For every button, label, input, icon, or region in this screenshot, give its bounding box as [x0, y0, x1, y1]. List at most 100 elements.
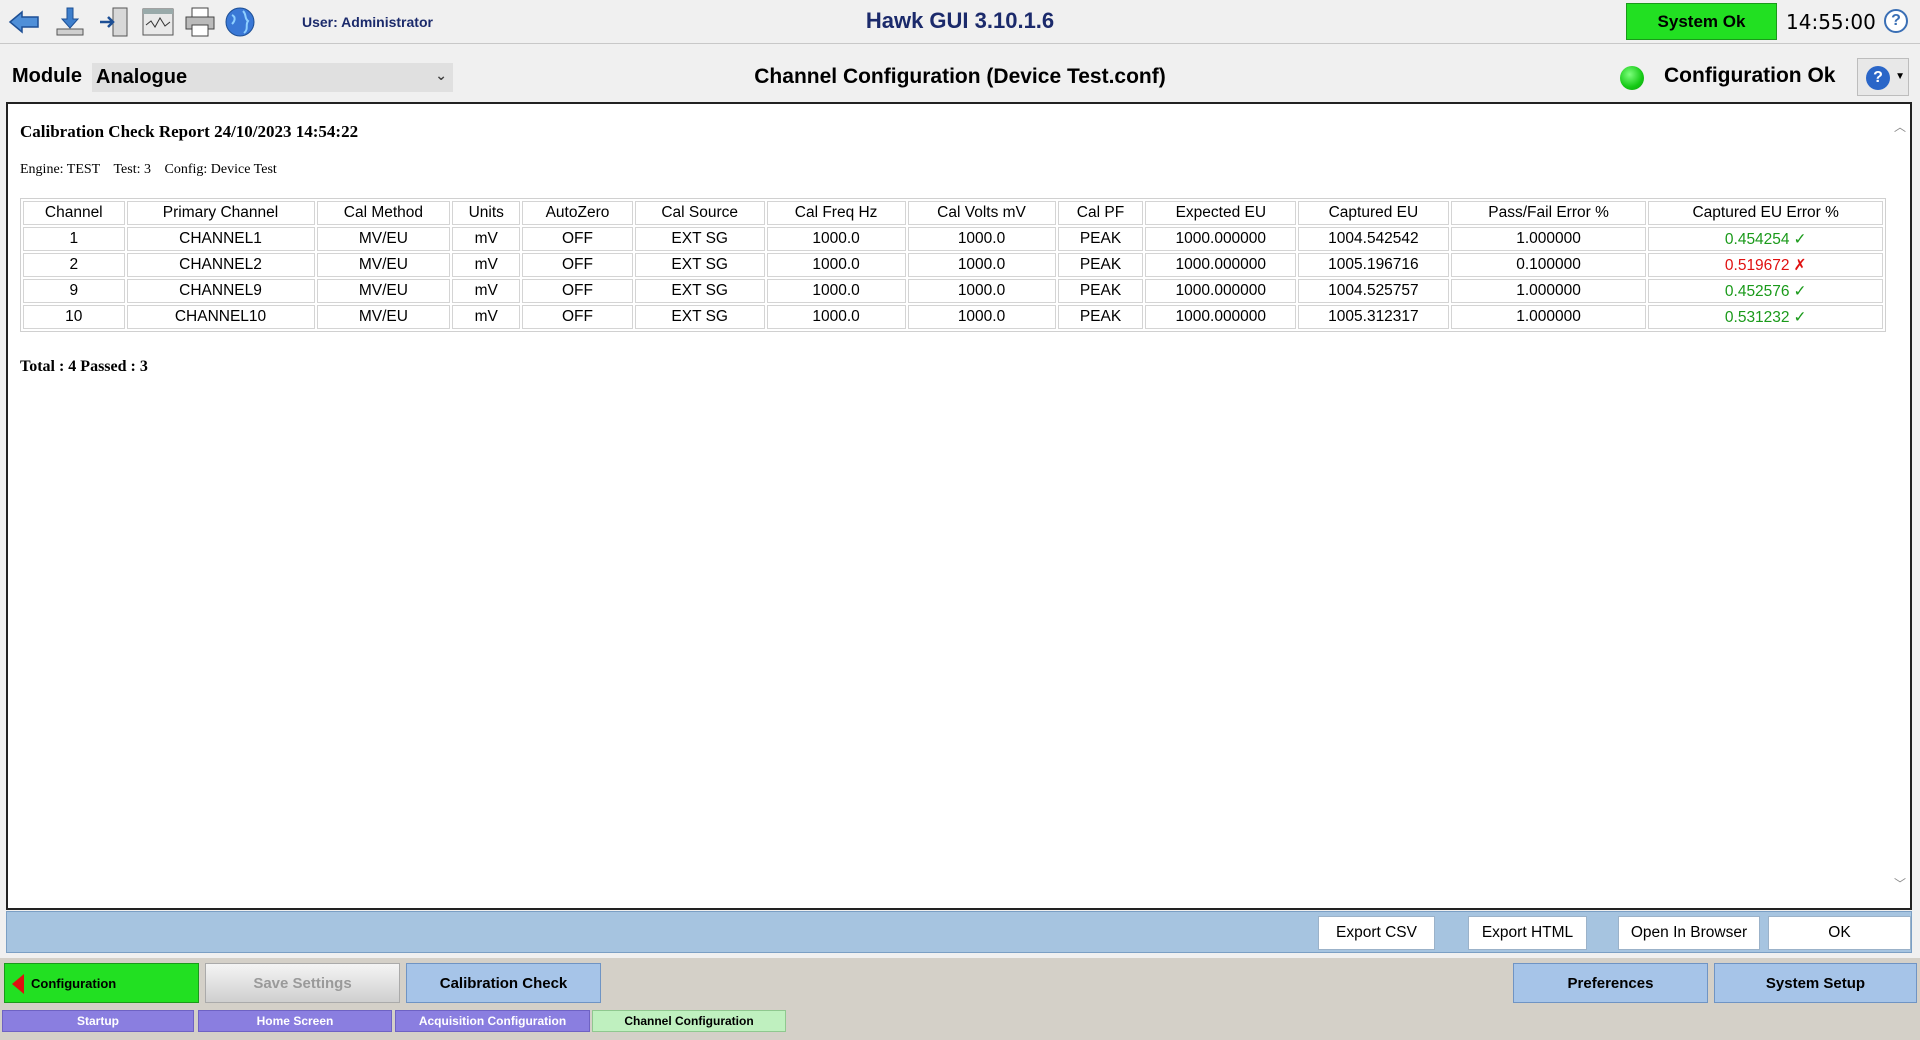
table-cell: CHANNEL9 [126, 279, 315, 303]
table-cell: PEAK [1057, 305, 1144, 329]
module-select[interactable]: Analogue ⌄ [92, 63, 453, 92]
globe-icon[interactable] [222, 4, 258, 40]
ok-button[interactable]: OK [1768, 916, 1911, 950]
table-cell: CHANNEL1 [126, 227, 315, 251]
column-header: Primary Channel [126, 201, 315, 225]
error-cell: 0.454254 ✓ [1648, 227, 1883, 251]
pass-check-icon: ✓ [1793, 230, 1807, 248]
user-label: User: Administrator [302, 14, 433, 30]
download-icon[interactable] [52, 4, 88, 40]
fail-cross-icon: ✗ [1793, 256, 1807, 274]
table-cell: EXT SG [634, 305, 765, 329]
table-cell: EXT SG [634, 227, 765, 251]
table-cell: 2 [23, 253, 125, 277]
table-cell: 1000.0 [766, 279, 906, 303]
table-cell: 9 [23, 279, 125, 303]
column-header: Captured EU Error % [1648, 201, 1883, 225]
scroll-up-icon[interactable]: ︿ [1894, 118, 1906, 135]
exit-door-icon[interactable] [96, 4, 132, 40]
table-cell: MV/EU [316, 279, 451, 303]
column-header: AutoZero [522, 201, 633, 225]
calibration-check-button[interactable]: Calibration Check [406, 963, 601, 1003]
preferences-button[interactable]: Preferences [1513, 963, 1708, 1003]
error-value: 0.531232 [1724, 308, 1790, 326]
report-total: Total : 4 Passed : 3 [20, 358, 148, 375]
table-cell: 1000.0 [907, 227, 1056, 251]
back-arrow-icon [12, 974, 24, 994]
table-cell: MV/EU [316, 305, 451, 329]
signal-monitor-icon[interactable] [140, 4, 176, 40]
column-header: Channel [23, 201, 125, 225]
table-cell: 1000.0 [907, 305, 1056, 329]
table-cell: mV [452, 305, 521, 329]
open-in-browser-button[interactable]: Open In Browser [1618, 916, 1760, 950]
report-panel: Calibration Check Report 24/10/2023 14:5… [6, 102, 1912, 910]
back-arrow-icon[interactable] [6, 4, 42, 40]
dropdown-arrow-icon: ▼ [1895, 71, 1905, 82]
table-cell: 1.000000 [1450, 305, 1647, 329]
report-test: Test: 3 [113, 162, 151, 177]
table-cell: MV/EU [316, 227, 451, 251]
pass-check-icon: ✓ [1793, 282, 1807, 300]
column-header: Cal Freq Hz [766, 201, 906, 225]
report-title: Calibration Check Report 24/10/2023 14:5… [20, 122, 359, 141]
table-cell: mV [452, 279, 521, 303]
configuration-button[interactable]: Configuration [4, 963, 199, 1003]
tab-acquisition-configuration[interactable]: Acquisition Configuration [395, 1010, 590, 1032]
table-cell: 10 [23, 305, 125, 329]
table-cell: EXT SG [634, 279, 765, 303]
report-meta: Engine: TEST Test: 3 Config: Device Test [20, 162, 287, 178]
column-header: Pass/Fail Error % [1450, 201, 1647, 225]
table-cell: PEAK [1057, 227, 1144, 251]
system-status-badge[interactable]: System Ok [1626, 3, 1777, 40]
tab-home-screen[interactable]: Home Screen [198, 1010, 392, 1032]
export-html-button[interactable]: Export HTML [1468, 916, 1587, 950]
module-selected-value: Analogue [96, 66, 188, 88]
table-row: 1 CHANNEL1 MV/EU mV OFF EXT SG 1000.0 1000.0 PEA… [23, 227, 1883, 251]
report-config: Config: Device Test [164, 162, 277, 177]
table-cell: OFF [522, 279, 633, 303]
tab-startup[interactable]: Startup [2, 1010, 194, 1032]
table-cell: 1000.000000 [1145, 227, 1297, 251]
help-icon: ? [1866, 66, 1890, 90]
column-header: Cal Method [316, 201, 451, 225]
table-cell: OFF [522, 227, 633, 251]
table-cell: 1.000000 [1450, 279, 1647, 303]
table-cell: 1000.0 [766, 305, 906, 329]
printer-icon[interactable] [182, 4, 218, 40]
page-title: Channel Configuration (Device Test.conf) [754, 65, 1166, 88]
table-cell: 1000.0 [766, 253, 906, 277]
table-cell: 1000.0 [766, 227, 906, 251]
table-row: 9 CHANNEL9 MV/EU mV OFF EXT SG 1000.0 1000.0 PEA… [23, 279, 1883, 303]
system-setup-button[interactable]: System Setup [1714, 963, 1917, 1003]
table-cell: 1005.312317 [1298, 305, 1449, 329]
error-cell: 0.519672 ✗ [1648, 253, 1883, 277]
table-cell: 1004.542542 [1298, 227, 1449, 251]
export-csv-button[interactable]: Export CSV [1318, 916, 1435, 950]
clock: 14:55:00 [1786, 10, 1876, 34]
table-cell: 1000.000000 [1145, 279, 1297, 303]
tab-channel-configuration[interactable]: Channel Configuration [592, 1010, 786, 1032]
table-cell: PEAK [1057, 279, 1144, 303]
column-header: Cal Source [634, 201, 765, 225]
help-menu-button[interactable]: ? ▼ [1857, 58, 1909, 96]
scroll-down-icon[interactable]: ﹀ [1894, 875, 1906, 892]
table-cell: OFF [522, 253, 633, 277]
column-header: Cal PF [1057, 201, 1144, 225]
table-header-row: Channel Primary Channel Cal Method Units Aut… [23, 201, 1883, 225]
error-value: 0.454254 [1724, 230, 1790, 248]
table-cell: PEAK [1057, 253, 1144, 277]
help-icon[interactable]: ? [1884, 9, 1908, 33]
error-value: 0.519672 [1724, 256, 1790, 274]
config-status: Configuration Ok [1664, 64, 1836, 87]
table-cell: mV [452, 227, 521, 251]
screen-tabs: Startup Home Screen Acquisition Configur… [0, 1008, 1920, 1040]
column-header: Cal Volts mV [907, 201, 1056, 225]
error-cell: 0.452576 ✓ [1648, 279, 1883, 303]
save-settings-button[interactable]: Save Settings [205, 963, 400, 1003]
table-cell: 1004.525757 [1298, 279, 1449, 303]
table-cell: 1005.196716 [1298, 253, 1449, 277]
table-cell: 1 [23, 227, 125, 251]
top-toolbar: User: Administrator Hawk GUI 3.10.1.6 Sy… [0, 0, 1920, 44]
table-cell: CHANNEL10 [126, 305, 315, 329]
